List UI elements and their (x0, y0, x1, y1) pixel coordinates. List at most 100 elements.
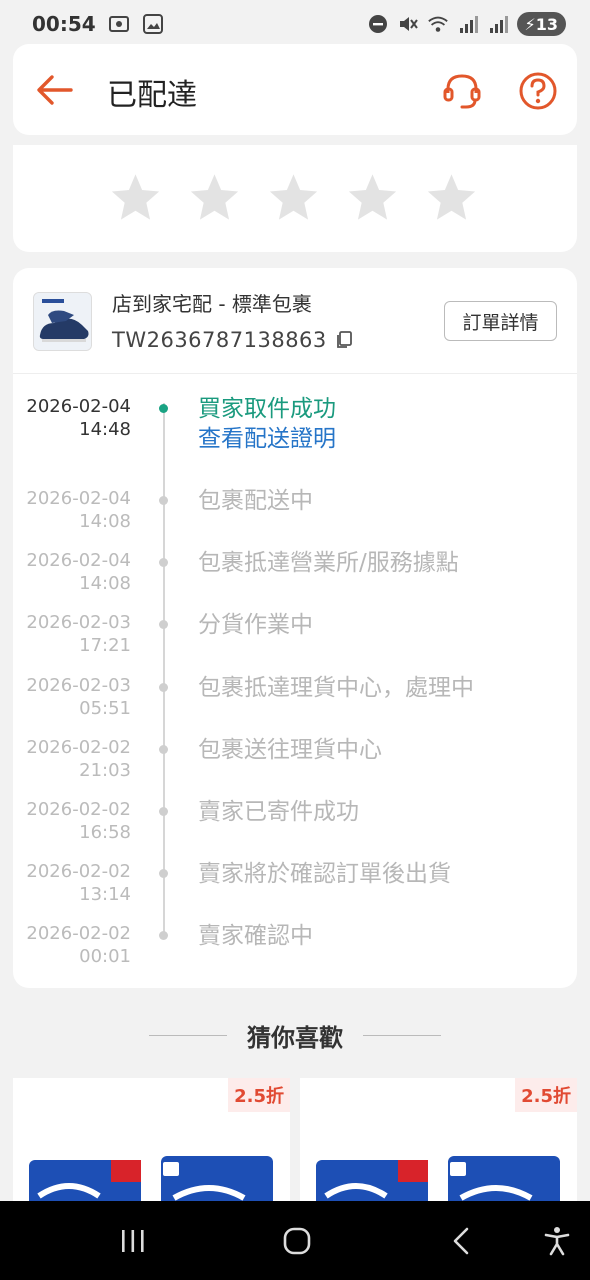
event-status: 賣家將於確認訂單後出貨 (198, 861, 451, 887)
home-button[interactable] (277, 1221, 317, 1261)
shipment-header: 店到家宅配 - 標準包裹 TW2636787138863 訂單詳情 (13, 268, 577, 374)
event-date: 2026-02-02 (26, 923, 131, 944)
event-time: 16:58 (79, 822, 131, 843)
timeline-event: 2026-02-02 13:14 賣家將於確認訂單後出貨 (13, 860, 577, 922)
help-button[interactable] (515, 68, 561, 114)
header-bar: 已配達 (13, 44, 577, 135)
recent-apps-icon (122, 1230, 144, 1252)
timeline-event: 2026-02-02 21:03 包裹送往理貨中心 (13, 736, 577, 798)
timeline-event: 2026-02-03 17:21 分貨作業中 (13, 611, 577, 673)
battery-indicator: ⚡ 13 (516, 12, 566, 36)
divider (149, 1034, 227, 1036)
shipping-method: 店到家宅配 - 標準包裹 (112, 292, 312, 316)
event-datetime: 2026-02-02 00:01 (1, 922, 131, 968)
event-time: 13:14 (79, 884, 131, 905)
event-status: 包裹抵達營業所/服務據點 (198, 550, 459, 576)
event-time: 14:48 (79, 419, 131, 440)
star-rating (109, 171, 478, 224)
accessibility-button[interactable] (537, 1221, 577, 1261)
event-datetime: 2026-02-03 05:51 (1, 674, 131, 720)
discount-badge: 2.5折 (515, 1078, 577, 1112)
order-details-button[interactable]: 訂單詳情 (444, 301, 557, 341)
arrow-left-icon (37, 75, 73, 105)
status-time: 00:54 (32, 12, 96, 36)
event-dot (159, 683, 168, 692)
chevron-left-icon (453, 1227, 469, 1255)
shoe-image (34, 293, 91, 350)
star-icon-5[interactable] (425, 171, 478, 224)
event-datetime: 2026-02-02 13:14 (1, 860, 131, 906)
event-dot (159, 745, 168, 754)
timeline-event: 2026-02-04 14:48 買家取件成功 查看配送證明 (13, 395, 577, 457)
star-icon-2[interactable] (188, 171, 241, 224)
event-datetime: 2026-02-04 14:08 (1, 487, 131, 533)
product-thumbnail[interactable] (33, 292, 92, 351)
discount-badge: 2.5折 (228, 1078, 290, 1112)
status-bar: 00:54 ⚡ 13 (0, 0, 590, 48)
event-datetime: 2026-02-02 21:03 (1, 736, 131, 782)
event-datetime: 2026-02-04 14:48 (1, 395, 131, 441)
delivery-proof-link[interactable]: 查看配送證明 (198, 419, 336, 453)
gallery-icon (142, 13, 164, 35)
event-date: 2026-02-02 (26, 861, 131, 882)
event-dot (159, 404, 168, 413)
event-date: 2026-02-04 (26, 396, 131, 417)
recommendations-title: 猜你喜歡 (247, 1023, 343, 1052)
headset-icon (443, 74, 481, 109)
event-date: 2026-02-02 (26, 799, 131, 820)
event-status: 包裹送往理貨中心 (198, 737, 382, 763)
event-status: 賣家已寄件成功 (198, 799, 359, 825)
star-icon-1[interactable] (109, 171, 162, 224)
product-card[interactable]: 2.5折 (300, 1078, 577, 1218)
page-title: 已配達 (107, 78, 197, 113)
event-dot (159, 558, 168, 567)
copy-icon[interactable] (335, 331, 353, 349)
signal-icon-2 (487, 13, 509, 35)
timeline-event: 2026-02-04 14:08 包裹配送中 (13, 487, 577, 549)
event-time: 17:21 (79, 635, 131, 656)
star-icon-4[interactable] (346, 171, 399, 224)
question-icon (519, 72, 557, 110)
event-dot (159, 931, 168, 940)
do-not-disturb-icon (367, 13, 389, 35)
event-dot (159, 869, 168, 878)
screenshot-icon (108, 13, 130, 35)
event-status: 賣家確認中 (198, 923, 313, 949)
event-date: 2026-02-03 (26, 675, 131, 696)
back-button[interactable] (33, 68, 77, 112)
timeline-event: 2026-02-02 00:01 賣家確認中 (13, 922, 577, 984)
customer-service-button[interactable] (439, 68, 485, 114)
product-card[interactable]: 2.5折 (13, 1078, 290, 1218)
timeline-event: 2026-02-04 14:08 包裹抵達營業所/服務據點 (13, 549, 577, 611)
event-time: 00:01 (79, 946, 131, 967)
shipment-card: 店到家宅配 - 標準包裹 TW2636787138863 訂單詳情 2026-0… (13, 268, 577, 988)
accessibility-icon (544, 1227, 570, 1256)
event-datetime: 2026-02-03 17:21 (1, 611, 131, 657)
back-nav-button[interactable] (442, 1221, 482, 1261)
rating-card (13, 145, 577, 252)
event-time: 21:03 (79, 760, 131, 781)
system-nav-bar (0, 1201, 590, 1280)
event-date: 2026-02-04 (26, 488, 131, 509)
event-status: 包裹配送中 (198, 488, 313, 514)
timeline-event: 2026-02-02 16:58 賣家已寄件成功 (13, 798, 577, 860)
event-date: 2026-02-02 (26, 737, 131, 758)
signal-icon (457, 13, 479, 35)
home-icon (283, 1227, 311, 1255)
event-dot (159, 807, 168, 816)
event-status: 分貨作業中 (198, 612, 313, 638)
tracking-number: TW2636787138863 (112, 328, 327, 352)
event-time: 14:08 (79, 511, 131, 532)
tracking-row: TW2636787138863 (112, 328, 353, 352)
event-datetime: 2026-02-02 16:58 (1, 798, 131, 844)
mute-icon (397, 13, 419, 35)
timeline-event: 2026-02-03 05:51 包裹抵達理貨中心，處理中 (13, 674, 577, 736)
event-date: 2026-02-03 (26, 612, 131, 633)
event-status: 買家取件成功 (198, 396, 336, 422)
star-icon-3[interactable] (267, 171, 320, 224)
event-dot (159, 496, 168, 505)
battery-level: 13 (535, 14, 558, 34)
event-status: 包裹抵達理貨中心，處理中 (198, 675, 474, 701)
recent-apps-button[interactable] (113, 1221, 153, 1261)
event-time: 14:08 (79, 573, 131, 594)
